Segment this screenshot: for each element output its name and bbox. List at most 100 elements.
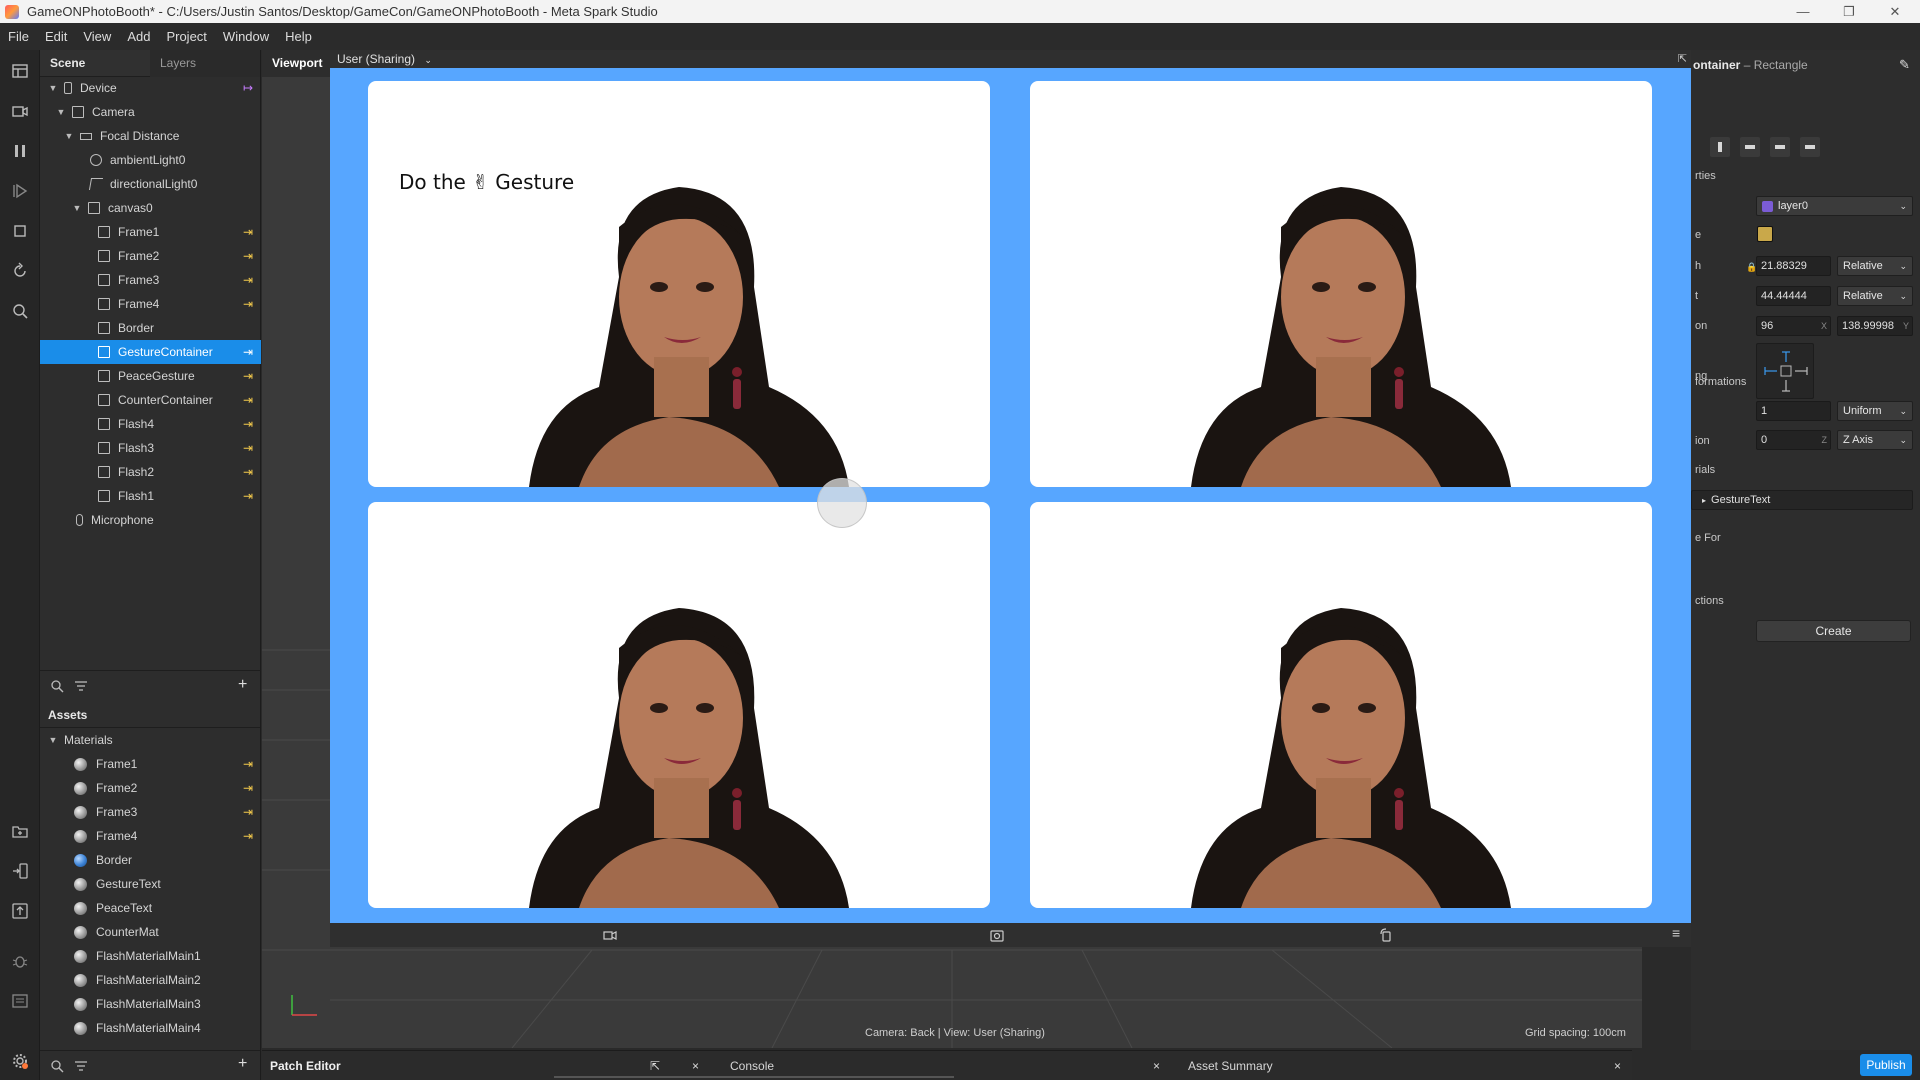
- stop-icon[interactable]: [11, 222, 29, 240]
- scene-item-frame3[interactable]: Frame3 ⇥: [40, 268, 261, 292]
- import-folder-icon[interactable]: [11, 822, 29, 840]
- create-button[interactable]: Create: [1756, 620, 1911, 642]
- filter-icon[interactable]: [74, 1059, 88, 1076]
- scene-item-border[interactable]: Border: [40, 316, 261, 340]
- asset-item-frame1[interactable]: Frame1 ⇥: [40, 752, 261, 776]
- hamburger-menu-icon[interactable]: ≡: [1672, 925, 1680, 941]
- screenshot-icon[interactable]: [990, 928, 1004, 945]
- scene-item-canvas0[interactable]: ▼ canvas0: [40, 196, 261, 220]
- menu-edit[interactable]: Edit: [45, 29, 67, 44]
- patch-link-icon[interactable]: ⇥: [243, 781, 253, 795]
- scene-item-device[interactable]: ▼ Device ↦: [40, 76, 261, 100]
- publish-button[interactable]: Publish: [1860, 1054, 1912, 1076]
- filter-icon[interactable]: [74, 679, 88, 696]
- play-icon[interactable]: [11, 182, 29, 200]
- patch-link-icon[interactable]: ⇥: [243, 829, 253, 843]
- scene-item-peacegesture[interactable]: PeaceGesture ⇥: [40, 364, 261, 388]
- maximize-button[interactable]: ❐: [1826, 0, 1872, 23]
- position-x-field[interactable]: 96 X: [1756, 316, 1831, 336]
- collapse-arrow-icon[interactable]: ▼: [72, 203, 82, 213]
- patch-link-icon[interactable]: ⇥: [243, 273, 253, 287]
- pop-out-icon[interactable]: ⇱: [1678, 52, 1687, 65]
- scene-item-flash2[interactable]: Flash2 ⇥: [40, 460, 261, 484]
- asset-item-flashmaterialmain4[interactable]: FlashMaterialMain4: [40, 1016, 261, 1040]
- search-icon[interactable]: [11, 302, 29, 320]
- scene-item-gesturecontainer[interactable]: GestureContainer ⇥: [40, 340, 261, 364]
- close-console-button[interactable]: ×: [1153, 1051, 1160, 1080]
- rotation-field[interactable]: 0Z: [1756, 430, 1831, 450]
- scene-item-flash3[interactable]: Flash3 ⇥: [40, 436, 261, 460]
- add-asset-plus-icon[interactable]: +: [238, 1055, 247, 1073]
- align-middle-icon[interactable]: [1740, 137, 1760, 157]
- send-to-device-icon[interactable]: [11, 862, 29, 880]
- patch-link-icon[interactable]: ⇥: [243, 393, 253, 407]
- collapse-arrow-icon[interactable]: ▼: [48, 83, 58, 93]
- menu-window[interactable]: Window: [223, 29, 269, 44]
- asset-item-flashmaterialmain3[interactable]: FlashMaterialMain3: [40, 992, 261, 1016]
- menu-view[interactable]: View: [83, 29, 111, 44]
- asset-item-border[interactable]: Border: [40, 848, 261, 872]
- tab-patch-editor[interactable]: Patch Editor: [270, 1051, 341, 1080]
- patch-link-icon[interactable]: ⇥: [243, 345, 253, 359]
- settings-gear-icon[interactable]: [11, 1052, 29, 1070]
- patch-link-icon[interactable]: ⇥: [243, 297, 253, 311]
- search-icon[interactable]: [50, 1059, 64, 1076]
- patch-link-icon[interactable]: ⇥: [243, 441, 253, 455]
- wand-icon[interactable]: ✎: [1899, 57, 1910, 73]
- menu-help[interactable]: Help: [285, 29, 312, 44]
- asset-item-frame3[interactable]: Frame3 ⇥: [40, 800, 261, 824]
- video-camera-icon[interactable]: [603, 928, 617, 945]
- scene-item-ambientlight0[interactable]: ambientLight0: [40, 148, 261, 172]
- scene-item-microphone[interactable]: Microphone: [40, 508, 261, 532]
- scene-item-flash4[interactable]: Flash4 ⇥: [40, 412, 261, 436]
- patch-link-icon[interactable]: ⇥: [243, 489, 253, 503]
- simulator-user-dropdown[interactable]: User (Sharing) ⌄: [337, 50, 432, 69]
- asset-item-frame4[interactable]: Frame4 ⇥: [40, 824, 261, 848]
- asset-item-gesturetext[interactable]: GestureText: [40, 872, 261, 896]
- menu-add[interactable]: Add: [127, 29, 150, 44]
- panel-scrollbar[interactable]: [554, 1076, 954, 1078]
- patch-link-icon[interactable]: ⇥: [243, 417, 253, 431]
- tab-viewport[interactable]: Viewport: [262, 50, 330, 77]
- asset-item-flashmaterialmain2[interactable]: FlashMaterialMain2: [40, 968, 261, 992]
- menu-project[interactable]: Project: [166, 29, 206, 44]
- scene-item-camera[interactable]: ▼ Camera: [40, 100, 261, 124]
- rotate-device-icon[interactable]: [1379, 928, 1393, 945]
- minimize-button[interactable]: —: [1780, 0, 1826, 23]
- tab-layers[interactable]: Layers: [150, 49, 260, 77]
- menu-file[interactable]: File: [8, 29, 29, 44]
- rotation-axis-dropdown[interactable]: Z Axis ⌄: [1837, 430, 1913, 450]
- patch-link-icon[interactable]: ⇥: [243, 369, 253, 383]
- bug-icon[interactable]: [11, 952, 29, 970]
- collapse-arrow-icon[interactable]: ▼: [48, 735, 58, 745]
- material-slot[interactable]: ▸ GestureText: [1691, 490, 1913, 510]
- tab-scene[interactable]: Scene: [40, 50, 150, 77]
- align-bottom-icon[interactable]: [1800, 137, 1820, 157]
- scene-item-frame2[interactable]: Frame2 ⇥: [40, 244, 261, 268]
- upload-icon[interactable]: [11, 902, 29, 920]
- scale-mode-dropdown[interactable]: Uniform ⌄: [1837, 401, 1913, 421]
- width-mode-dropdown[interactable]: Relative ⌄: [1837, 256, 1913, 276]
- close-window-button[interactable]: ✕: [1872, 0, 1918, 23]
- align-center-icon[interactable]: [1770, 137, 1790, 157]
- scene-item-focal-distance[interactable]: ▼ Focal Distance: [40, 124, 261, 148]
- pause-icon[interactable]: [11, 142, 29, 160]
- export-link-icon[interactable]: ↦: [243, 81, 253, 95]
- layer-dropdown[interactable]: layer0 ⌄: [1756, 196, 1913, 216]
- collapse-arrow-icon[interactable]: ▼: [56, 107, 66, 117]
- patch-link-icon[interactable]: ⇥: [243, 249, 253, 263]
- height-mode-dropdown[interactable]: Relative ⌄: [1837, 286, 1913, 306]
- position-y-field[interactable]: 138.99998 Y: [1837, 316, 1913, 336]
- height-field[interactable]: 44.44444: [1756, 286, 1831, 306]
- scene-item-frame4[interactable]: Frame4 ⇥: [40, 292, 261, 316]
- collapse-arrow-icon[interactable]: ▼: [64, 131, 74, 141]
- scene-item-directionallight0[interactable]: directionalLight0: [40, 172, 261, 196]
- simulator-preview[interactable]: Do the ✌ Gesture: [330, 68, 1691, 923]
- docs-icon[interactable]: [11, 992, 29, 1010]
- scene-item-countercontainer[interactable]: CounterContainer ⇥: [40, 388, 261, 412]
- asset-item-peacetext[interactable]: PeaceText: [40, 896, 261, 920]
- anchor-pinning-widget[interactable]: [1756, 343, 1814, 399]
- add-object-plus-icon[interactable]: +: [238, 676, 247, 694]
- align-top-icon[interactable]: [1710, 137, 1730, 157]
- scene-item-flash1[interactable]: Flash1 ⇥: [40, 484, 261, 508]
